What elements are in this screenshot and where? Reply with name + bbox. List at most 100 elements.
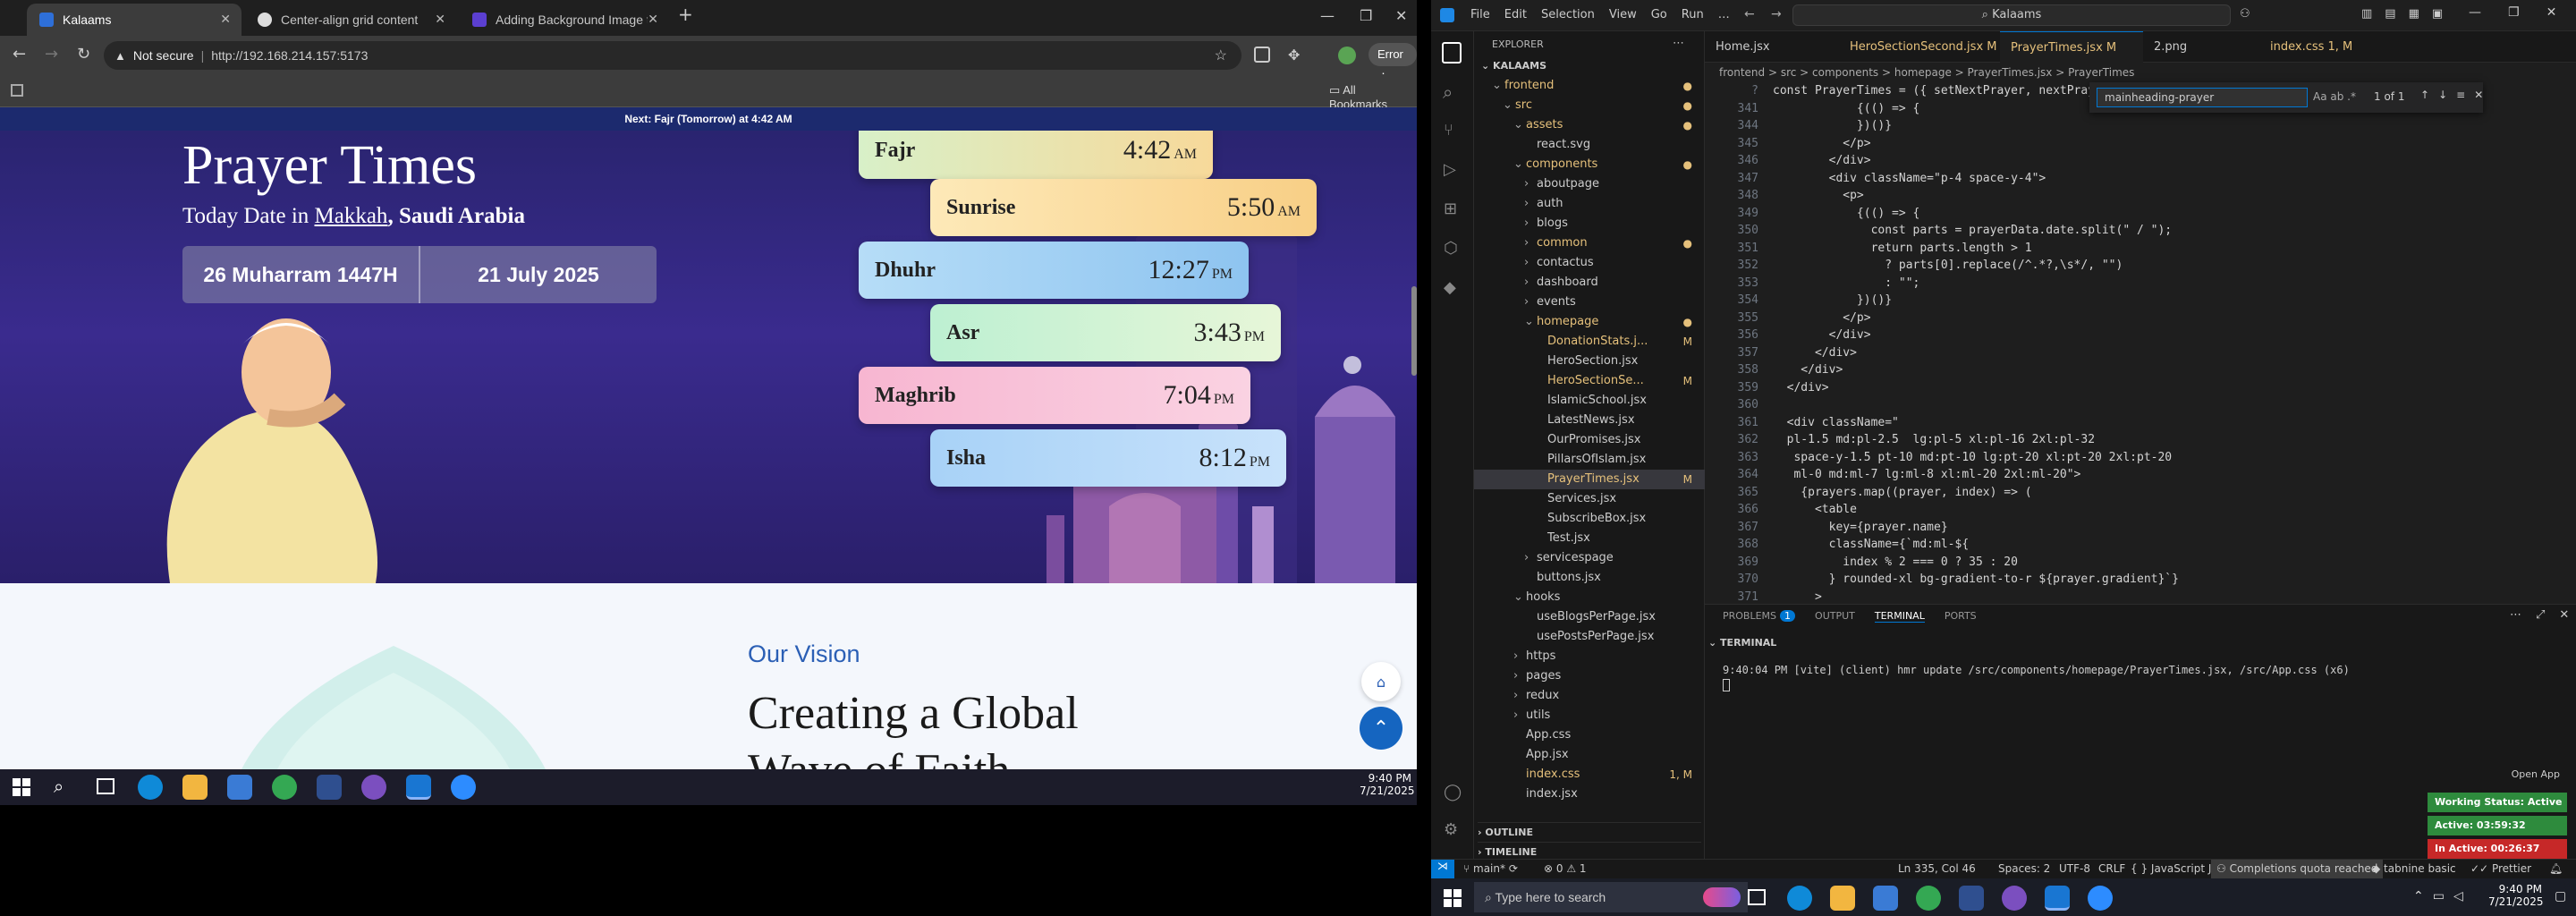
source-control-icon[interactable]: ⑂ <box>1444 121 1453 140</box>
windows-start-icon[interactable] <box>13 778 30 796</box>
new-tab-icon[interactable]: + <box>678 4 693 25</box>
menu-item[interactable]: View <box>1609 8 1637 21</box>
back-icon[interactable]: ← <box>13 45 26 64</box>
tree-folder-item[interactable]: ⌄ src ● <box>1474 96 1705 115</box>
reload-icon[interactable]: ↻ <box>77 45 90 64</box>
tree-folder-item[interactable]: › blogs <box>1474 214 1705 233</box>
git-branch[interactable]: ⑂ main* ⟳ <box>1463 862 1518 875</box>
find-selection-icon[interactable]: ≡ <box>2456 89 2465 101</box>
close-tab-icon[interactable]: ✕ <box>648 12 658 27</box>
editor-tab[interactable]: HeroSectionSecond.jsx M <box>1839 31 2000 63</box>
edge-icon[interactable] <box>1787 886 1812 911</box>
file-explorer-icon[interactable] <box>1830 886 1855 911</box>
tree-file-item[interactable]: IslamicSchool.jsx <box>1474 391 1705 411</box>
close-tab-icon[interactable]: ✕ <box>220 12 231 27</box>
store-icon[interactable] <box>227 775 252 800</box>
panel-tab[interactable]: TERMINAL <box>1874 610 1925 623</box>
panel-tab[interactable]: PORTS <box>1945 610 1977 623</box>
tree-folder-item[interactable]: ⌄ components ● <box>1474 155 1705 174</box>
tree-folder-item[interactable]: › events <box>1474 293 1705 312</box>
tree-file-item[interactable]: App.jsx <box>1474 745 1705 765</box>
tree-folder-item[interactable]: ⌄ homepage ● <box>1474 312 1705 332</box>
cursor-position[interactable]: Ln 335, Col 46 <box>1898 862 1976 875</box>
tree-folder-item[interactable]: › pages <box>1474 666 1705 686</box>
menu-item[interactable]: Edit <box>1504 8 1527 21</box>
volume-icon[interactable]: ◁ <box>2453 889 2463 903</box>
tree-file-item[interactable]: react.svg <box>1474 135 1705 155</box>
tree-folder-item[interactable]: › auth <box>1474 194 1705 214</box>
tree-folder-item[interactable]: › https <box>1474 647 1705 666</box>
taskbar-search-box[interactable]: ⌕ Type here to search <box>1474 882 1748 912</box>
task-view-icon[interactable] <box>1748 889 1766 905</box>
tree-folder-item[interactable]: › aboutpage <box>1474 174 1705 194</box>
copilot-quota[interactable]: ⚇ Completions quota reached <box>2211 860 2384 878</box>
tree-file-item[interactable]: HeroSection.jsx <box>1474 352 1705 371</box>
nav-forward-icon[interactable]: → <box>1771 7 1782 21</box>
open-app-link[interactable]: Open App <box>2481 768 2560 786</box>
search-icon[interactable]: ⌕ <box>1443 81 1453 103</box>
extensions-icon[interactable]: ⊞ <box>1444 199 1457 218</box>
previous-match-icon[interactable]: ↑ <box>2420 89 2429 101</box>
menu-item[interactable]: Run <box>1682 8 1704 21</box>
tree-file-item[interactable]: HeroSectionSe... M <box>1474 371 1705 391</box>
vscode-icon[interactable] <box>2045 886 2070 911</box>
restore-icon[interactable]: ❐ <box>2508 5 2520 20</box>
indent-setting[interactable]: Spaces: 2 <box>1998 862 2050 875</box>
close-tab-icon[interactable]: ✕ <box>435 12 445 27</box>
remote-indicator-icon[interactable]: ⋊ <box>1431 860 1454 878</box>
tree-file-item[interactable]: Services.jsx <box>1474 489 1705 509</box>
github-desktop-icon[interactable] <box>361 775 386 800</box>
account-icon[interactable]: ◯ <box>1444 783 1462 802</box>
close-window-icon[interactable]: ✕ <box>1395 7 1407 24</box>
cast-icon[interactable] <box>1254 47 1270 63</box>
prettier-status[interactable]: ✓✓ Prettier <box>2470 862 2531 875</box>
star-icon[interactable]: ☆ <box>1215 47 1227 64</box>
notification-center-icon[interactable]: ▢ <box>2555 889 2566 903</box>
tree-file-item[interactable]: LatestNews.jsx <box>1474 411 1705 430</box>
tree-file-item[interactable]: buttons.jsx <box>1474 568 1705 588</box>
menu-item[interactable]: … <box>1718 8 1730 21</box>
tree-file-item[interactable]: usePostsPerPage.jsx <box>1474 627 1705 647</box>
maximize-panel-icon[interactable]: ⤢ <box>2536 608 2545 622</box>
tree-file-item[interactable]: DonationStats.j... M <box>1474 332 1705 352</box>
url-text[interactable]: http://192.168.214.157:5173 <box>211 48 368 63</box>
toggle-panel-icon[interactable]: ▤ <box>2385 7 2395 21</box>
tree-file-item[interactable]: App.css <box>1474 725 1705 745</box>
line-ending[interactable]: CRLF <box>2098 862 2125 875</box>
omnibox[interactable]: ▲ Not secure | http://192.168.214.157:51… <box>104 41 1241 70</box>
toggle-secondary-icon[interactable]: ▦ <box>2409 7 2419 21</box>
remote-icon[interactable]: ⬡ <box>1444 239 1458 258</box>
tree-folder-item[interactable]: ⌄ hooks <box>1474 588 1705 607</box>
github-desktop-icon[interactable] <box>2002 886 2027 911</box>
tree-folder-item[interactable]: › utils <box>1474 706 1705 725</box>
tree-folder-item[interactable]: › servicespage <box>1474 548 1705 568</box>
terminal-output[interactable]: 9:40:04 PM [vite] (client) hmr update /s… <box>1723 664 2350 676</box>
tree-folder-item[interactable]: ⌄ frontend ● <box>1474 76 1705 96</box>
extensions-icon[interactable]: ✥ <box>1288 47 1300 64</box>
task-view-icon[interactable] <box>97 778 114 794</box>
more-icon[interactable]: ⋯ <box>2510 608 2521 622</box>
tree-folder-item[interactable]: ⌄ assets ● <box>1474 115 1705 135</box>
page-scrollbar[interactable] <box>1411 286 1417 376</box>
profile-avatar[interactable] <box>1338 47 1356 64</box>
minimize-icon[interactable]: — <box>1320 7 1335 24</box>
copilot-icon[interactable]: ⚇ <box>2240 7 2250 21</box>
not-secure-label[interactable]: Not secure <box>133 48 194 63</box>
tab-kalaams[interactable]: Kalaams ✕ <box>27 4 242 36</box>
tab-background-image[interactable]: Adding Background Image to H ✕ <box>460 4 669 36</box>
breadcrumb[interactable]: frontend > src > components > homepage >… <box>1705 63 2576 82</box>
scroll-to-top-button[interactable]: ⌃ <box>1360 707 1402 750</box>
tree-folder-item[interactable]: › dashboard <box>1474 273 1705 293</box>
restore-icon[interactable]: ❐ <box>1360 7 1372 24</box>
tree-file-item[interactable]: Test.jsx <box>1474 529 1705 548</box>
problems-indicator[interactable]: ⊗ 0 ⚠ 1 <box>1544 862 1587 875</box>
vscode-icon[interactable] <box>406 775 431 800</box>
toggle-sidebar-icon[interactable]: ▥ <box>2361 7 2372 21</box>
chat-icon[interactable]: ⌂ <box>1361 662 1401 701</box>
chrome-icon[interactable] <box>272 775 297 800</box>
close-panel-icon[interactable]: ✕ <box>2559 608 2569 622</box>
tree-file-item[interactable]: index.jsx <box>1474 785 1705 804</box>
tree-folder-item[interactable]: › common ● <box>1474 233 1705 253</box>
tree-file-item[interactable]: index.css 1, M <box>1474 765 1705 785</box>
encoding[interactable]: UTF-8 <box>2059 862 2090 875</box>
